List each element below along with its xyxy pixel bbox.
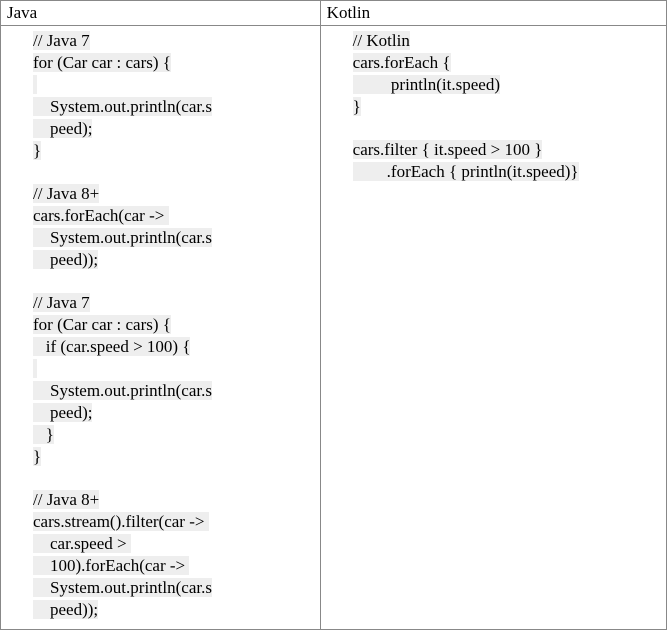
kotlin-code-cell: // Kotlin cars.forEach { println(it.spee…	[320, 26, 666, 630]
table-row: // Java 7 for (Car car : cars) { System.…	[1, 26, 667, 630]
code-line: if (car.speed > 100) {	[3, 336, 318, 358]
code-line: }	[3, 446, 318, 468]
table-header-row: Java Kotlin	[1, 1, 667, 26]
code-line: peed);	[3, 402, 318, 424]
java-code-cell: // Java 7 for (Car car : cars) { System.…	[1, 26, 321, 630]
code-line: System.out.println(car.s	[3, 227, 318, 249]
code-line	[3, 358, 318, 380]
code-line: }	[323, 96, 664, 118]
code-line: for (Car car : cars) {	[3, 52, 318, 74]
code-line: }	[3, 424, 318, 446]
header-java: Java	[1, 1, 321, 26]
code-line: cars.forEach {	[323, 52, 664, 74]
code-line	[3, 74, 318, 96]
code-line: println(it.speed)	[323, 74, 664, 96]
comparison-table-container: Java Kotlin // Java 7 for (Car car : car…	[0, 0, 667, 630]
code-line: System.out.println(car.s	[3, 96, 318, 118]
code-line: // Kotlin	[323, 30, 664, 52]
code-line: // Java 7	[3, 292, 318, 314]
blank-line	[3, 271, 318, 291]
code-line: cars.stream().filter(car ->	[3, 511, 318, 533]
code-line: peed);	[3, 118, 318, 140]
code-line: // Java 8+	[3, 489, 318, 511]
code-line: .forEach { println(it.speed)}	[323, 161, 664, 183]
code-line: System.out.println(car.s	[3, 577, 318, 599]
header-kotlin: Kotlin	[320, 1, 666, 26]
code-line: car.speed >	[3, 533, 318, 555]
code-line: // Java 7	[3, 30, 318, 52]
code-line: for (Car car : cars) {	[3, 314, 318, 336]
code-line: 100).forEach(car ->	[3, 555, 318, 577]
blank-line	[323, 118, 664, 138]
code-line: peed));	[3, 599, 318, 621]
comparison-table: Java Kotlin // Java 7 for (Car car : car…	[0, 0, 667, 630]
code-line: peed));	[3, 249, 318, 271]
code-line: System.out.println(car.s	[3, 380, 318, 402]
code-line: // Java 8+	[3, 183, 318, 205]
code-line: }	[3, 140, 318, 162]
code-line: cars.filter { it.speed > 100 }	[323, 139, 664, 161]
blank-line	[3, 163, 318, 183]
blank-line	[3, 468, 318, 488]
code-line: cars.forEach(car ->	[3, 205, 318, 227]
